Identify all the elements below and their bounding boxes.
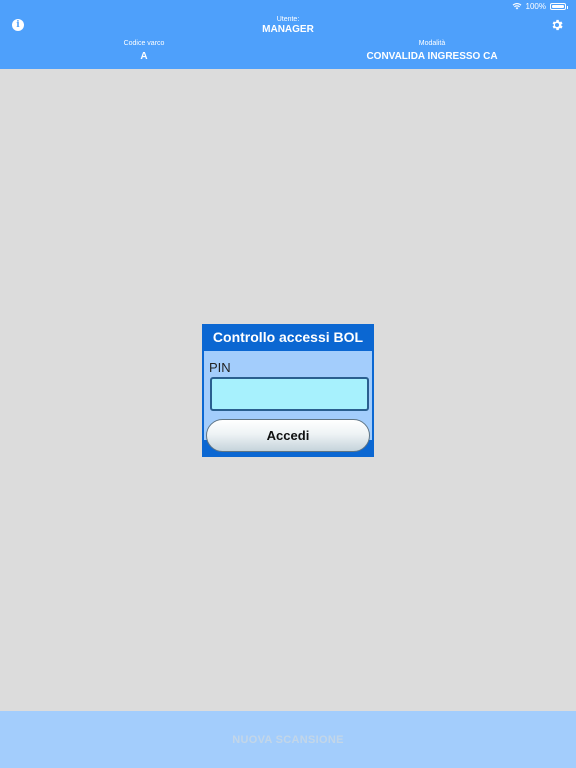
battery-percent: 100% — [525, 1, 546, 11]
login-button[interactable]: Accedi — [206, 419, 370, 452]
user-value: MANAGER — [262, 24, 314, 35]
dialog-title: Controllo accessi BOL — [212, 329, 364, 345]
mode-value: CONVALIDA INGRESSO CA — [366, 51, 498, 62]
gate-code-section: Codice varco A — [84, 40, 204, 62]
mode-label: Modalità — [418, 40, 446, 47]
wifi-icon — [512, 3, 521, 10]
status-bar: 100% — [0, 0, 576, 12]
app-header: 100% i Utente: MANAGER Codice varco A Mo… — [0, 0, 576, 69]
pin-label: PIN — [209, 360, 231, 375]
footer-bar: NUOVA SCANSIONE — [0, 711, 576, 768]
battery-icon — [550, 2, 568, 10]
login-dialog: Controllo accessi BOL PIN Accedi — [202, 324, 374, 457]
pin-input[interactable] — [210, 377, 369, 411]
mode-section: Modalità CONVALIDA INGRESSO CA — [342, 40, 522, 62]
gate-code-label: Codice varco — [123, 40, 165, 47]
gate-code-value: A — [140, 51, 148, 62]
new-scan-button[interactable]: NUOVA SCANSIONE — [226, 733, 349, 747]
user-label: Utente: — [276, 16, 300, 23]
